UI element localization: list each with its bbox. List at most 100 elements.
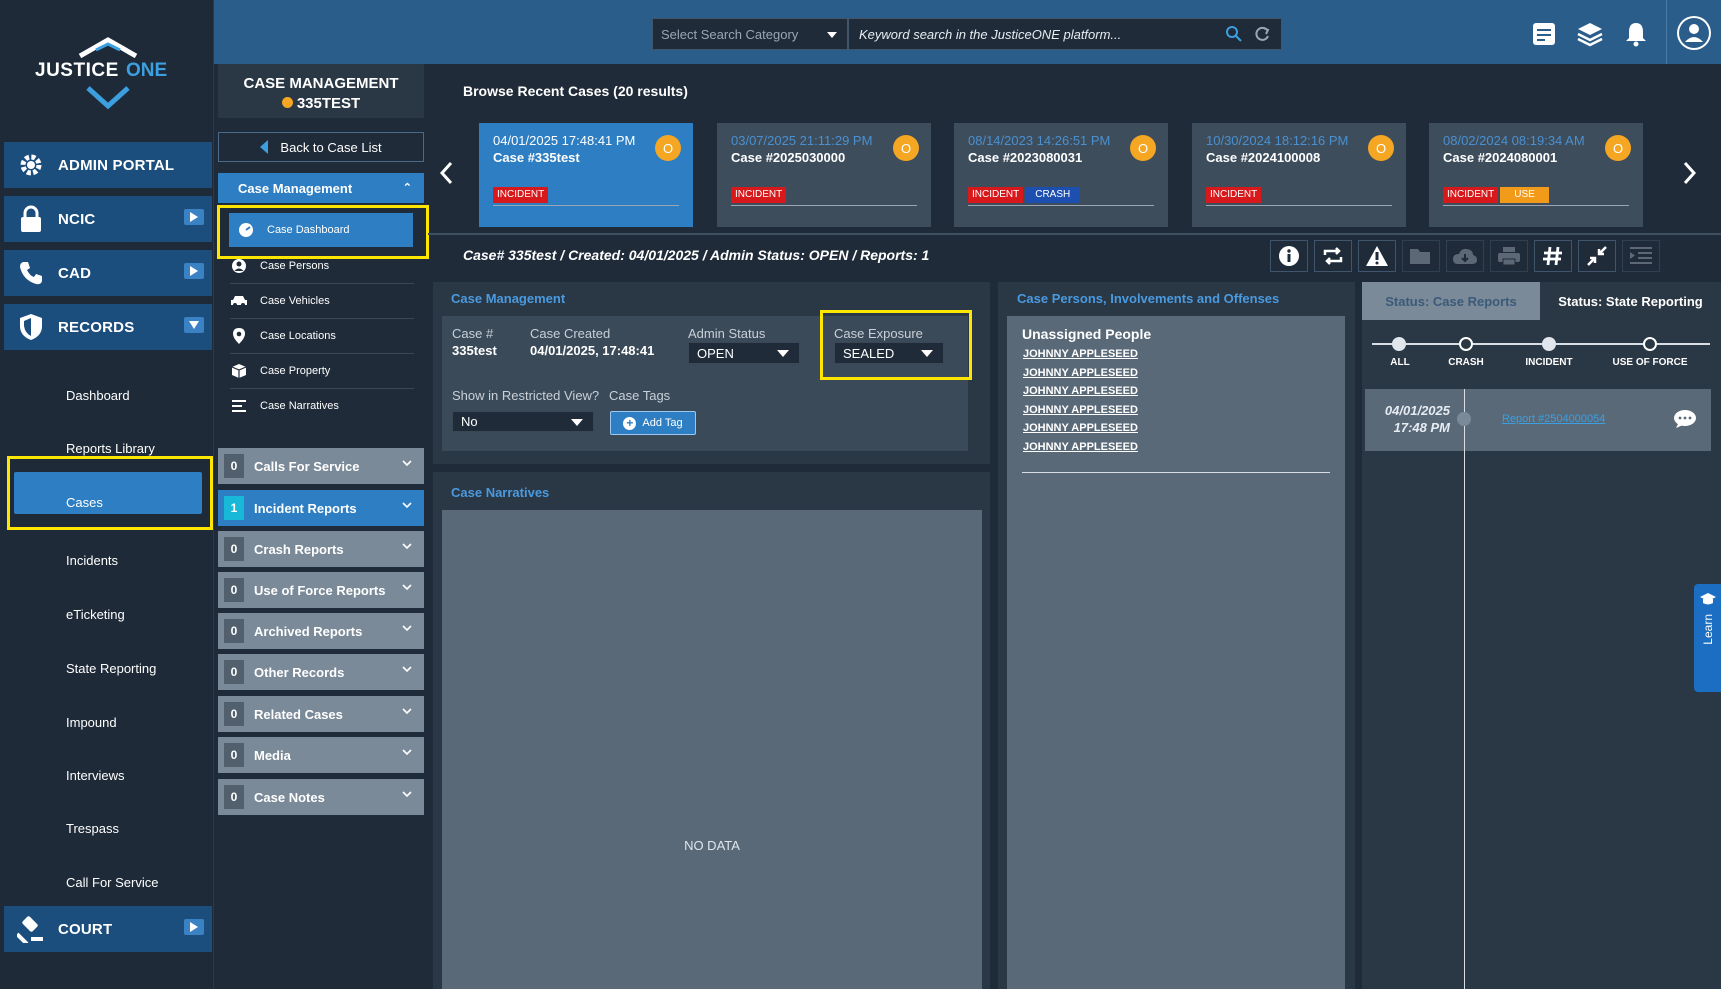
records-item-reports-library[interactable]: Reports Library xyxy=(66,441,155,456)
menu-case-vehicles[interactable]: Case Vehicles xyxy=(230,283,414,319)
info-icon[interactable] xyxy=(1270,240,1308,272)
gavel-icon xyxy=(14,912,48,946)
card-date: 03/07/2025 21:11:29 PM xyxy=(731,133,873,148)
recent-case-card[interactable]: 03/07/2025 21:11:29 PM Case #2025030000 O I… xyxy=(717,123,931,227)
tab-case-reports[interactable]: Status: Case Reports xyxy=(1362,282,1540,320)
person-link[interactable]: JOHNNY APPLESEED xyxy=(1023,422,1138,434)
add-tag-button[interactable]: + Add Tag xyxy=(610,411,696,435)
menu-case-dashboard[interactable]: Case Dashboard xyxy=(229,213,413,247)
chevron-down-icon xyxy=(402,501,412,512)
person-link[interactable]: JOHNNY APPLESEED xyxy=(1023,385,1138,397)
filter-dot-incident[interactable] xyxy=(1542,337,1556,351)
person-link[interactable]: JOHNNY APPLESEED xyxy=(1023,367,1138,379)
records-item-eticketing[interactable]: eTicketing xyxy=(66,607,125,622)
accordion-other-records[interactable]: 0 Other Records xyxy=(218,654,424,690)
transfer-icon[interactable] xyxy=(1314,240,1352,272)
nav-admin-portal[interactable]: ADMIN PORTAL xyxy=(4,142,212,188)
person-link[interactable]: JOHNNY APPLESEED xyxy=(1023,441,1138,453)
card-date: 10/30/2024 18:12:16 PM xyxy=(1206,133,1349,148)
search-icon[interactable] xyxy=(1225,25,1243,46)
chevron-right-icon[interactable] xyxy=(1682,160,1698,193)
folder-icon[interactable] xyxy=(1402,240,1440,272)
nav-cad-label: CAD xyxy=(58,264,92,282)
records-item-trespass[interactable]: Trespass xyxy=(66,821,119,836)
records-item-impound[interactable]: Impound xyxy=(66,715,117,730)
accordion-case-notes[interactable]: 0 Case Notes xyxy=(218,779,424,815)
accordion-related-cases[interactable]: 0 Related Cases xyxy=(218,696,424,732)
restricted-view-select[interactable]: No xyxy=(452,411,594,432)
menu-case-persons[interactable]: Case Persons xyxy=(230,248,414,284)
accordion-use-of-force-reports[interactable]: 0 Use of Force Reports xyxy=(218,572,424,608)
filter-dot-crash[interactable] xyxy=(1459,337,1473,351)
divider xyxy=(968,205,1154,206)
user-avatar-icon[interactable] xyxy=(1675,14,1713,52)
hashtag-icon[interactable] xyxy=(1534,240,1572,272)
section-label: Case Management xyxy=(238,180,353,196)
accordion-label: Other Records xyxy=(254,664,345,680)
tag-use: USE xyxy=(1500,187,1549,203)
case-management-section[interactable]: Case Management ⌃ xyxy=(218,173,424,203)
accordion-calls-for-service[interactable]: 0 Calls For Service xyxy=(218,448,424,484)
accordion-archived-reports[interactable]: 0 Archived Reports xyxy=(218,613,424,649)
plus-circle-icon: + xyxy=(623,416,637,430)
print-icon[interactable] xyxy=(1490,240,1528,272)
admin-status-select[interactable]: OPEN xyxy=(688,342,800,364)
notes-icon[interactable] xyxy=(1528,18,1560,50)
expand-icon[interactable] xyxy=(184,263,204,279)
restricted-view-label: Show in Restricted View? xyxy=(452,388,600,403)
nav-cad[interactable]: CAD xyxy=(4,250,212,296)
records-item-incidents[interactable]: Incidents xyxy=(66,553,118,568)
cloud-download-icon[interactable] xyxy=(1446,240,1484,272)
accordion-crash-reports[interactable]: 0 Crash Reports xyxy=(218,531,424,567)
filter-label-crash: CRASH xyxy=(1448,357,1484,368)
recent-case-card[interactable]: 10/30/2024 18:12:16 PM Case #2024100008 O I… xyxy=(1192,123,1406,227)
search-input[interactable]: Keyword search in the JusticeONE platfor… xyxy=(848,18,1282,50)
expand-icon[interactable] xyxy=(184,919,204,935)
warning-icon[interactable] xyxy=(1358,240,1396,272)
recent-case-card[interactable]: 08/02/2024 08:19:34 AM Case #2024080001 O I… xyxy=(1429,123,1643,227)
case-exposure-value: SEALED xyxy=(843,345,895,361)
chevron-left-icon[interactable] xyxy=(438,160,454,193)
bell-icon[interactable] xyxy=(1620,18,1652,50)
search-category-select[interactable]: Select Search Category xyxy=(652,18,848,50)
graduation-cap-icon xyxy=(1699,593,1716,605)
nav-ncic[interactable]: NCIC xyxy=(4,196,212,242)
filter-dot-use-of-force[interactable] xyxy=(1643,337,1657,351)
person-link[interactable]: JOHNNY APPLESEED xyxy=(1023,348,1138,360)
learn-tab[interactable]: Learn xyxy=(1694,584,1721,692)
collapse-icon[interactable] xyxy=(184,317,204,333)
report-link[interactable]: Report #2504000054 xyxy=(1502,413,1605,425)
chevron-down-icon xyxy=(402,459,412,470)
records-item-state-reporting[interactable]: State Reporting xyxy=(66,661,156,676)
refresh-icon[interactable] xyxy=(1253,25,1271,46)
menu-case-locations[interactable]: Case Locations xyxy=(230,318,414,354)
card-date: 08/02/2024 08:19:34 AM xyxy=(1443,133,1585,148)
expand-icon[interactable] xyxy=(184,209,204,225)
nav-admin-label: ADMIN PORTAL xyxy=(58,156,175,174)
recent-case-card[interactable]: 08/14/2023 14:26:51 PM Case #2023080031 O I… xyxy=(954,123,1168,227)
nav-records[interactable]: RECORDS xyxy=(4,304,212,350)
layers-icon[interactable] xyxy=(1574,18,1606,50)
accordion-incident-reports[interactable]: 1 Incident Reports xyxy=(218,490,424,526)
menu-case-narratives[interactable]: Case Narratives xyxy=(230,388,414,424)
case-exposure-select[interactable]: SEALED xyxy=(834,342,944,364)
comment-icon[interactable] xyxy=(1673,409,1697,434)
timeline-dot xyxy=(1457,412,1471,426)
nav-court[interactable]: COURT xyxy=(4,906,212,952)
filter-dot-all[interactable] xyxy=(1392,337,1406,351)
tab-state-reporting[interactable]: Status: State Reporting xyxy=(1540,282,1721,320)
records-item-cases[interactable]: Cases xyxy=(66,495,103,510)
back-to-case-list-button[interactable]: Back to Case List xyxy=(218,132,424,162)
records-item-call-for-service[interactable]: Call For Service xyxy=(66,875,158,890)
case-persons-title: Case Persons, Involvements and Offenses xyxy=(1017,291,1280,306)
accordion-media[interactable]: 0 Media xyxy=(218,737,424,773)
records-item-interviews[interactable]: Interviews xyxy=(66,768,125,783)
justiceone-logo[interactable]: JUSTICE ONE xyxy=(20,28,196,118)
person-link[interactable]: JOHNNY APPLESEED xyxy=(1023,404,1138,416)
menu-case-property[interactable]: Case Property xyxy=(230,353,414,389)
compress-icon[interactable] xyxy=(1578,240,1616,272)
list-indent-icon[interactable] xyxy=(1622,240,1660,272)
records-item-dashboard[interactable]: Dashboard xyxy=(66,388,130,403)
chevron-down-icon xyxy=(402,707,412,718)
recent-case-card[interactable]: 04/01/2025 17:48:41 PM Case #335test O INCI… xyxy=(479,123,693,227)
